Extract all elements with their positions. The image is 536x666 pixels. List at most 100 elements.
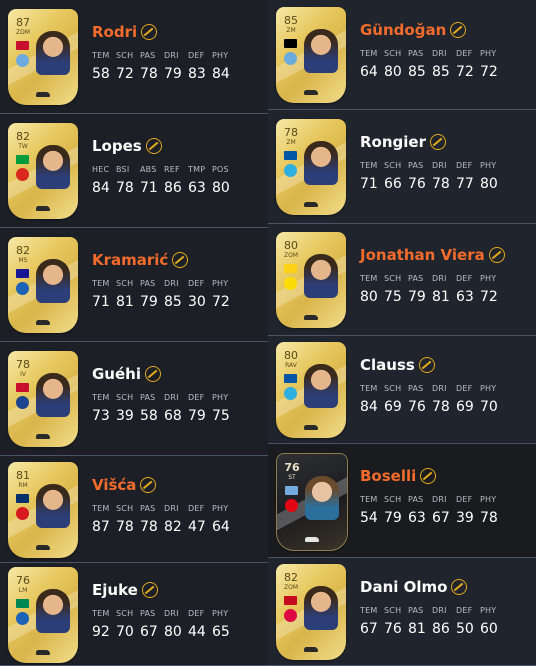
position-label: ZM <box>286 27 296 34</box>
stat-label: TEM <box>360 495 378 504</box>
player-name[interactable]: Rodri <box>92 23 137 41</box>
stat-label: SCH <box>384 274 402 283</box>
player-card[interactable]: 76 LM <box>8 567 78 663</box>
player-row[interactable]: 80 RAV Clauss TEM SCH PAS DRI DEF PHY 84 69 76 78 69 7… <box>268 336 536 444</box>
club-badge-icon <box>16 396 29 409</box>
stat-label: POS <box>212 165 229 174</box>
chemistry-icon <box>418 357 435 373</box>
stat-value: 30 <box>188 294 206 310</box>
player-row[interactable]: 76 LM Ejuke TEM SCH PAS DRI DEF PHY 92 70 67 80 44 65 <box>0 563 268 666</box>
player-card[interactable]: 80 ZOM <box>276 232 346 328</box>
boot-icon <box>304 202 318 207</box>
player-name-wrap: Rodri <box>92 21 158 43</box>
player-card[interactable]: 87 ZDM <box>8 9 78 105</box>
overall-rating: 85 <box>284 14 298 27</box>
stat-label: TEM <box>92 504 110 513</box>
stat-value: 78 <box>140 66 158 82</box>
player-name[interactable]: Kramarić <box>92 251 168 269</box>
player-row[interactable]: 87 ZDM Rodri TEM SCH PAS DRI DEF PHY 58 72 78 79 83 84 <box>0 0 268 114</box>
player-name-wrap: Ejuke <box>92 579 158 601</box>
player-portrait <box>304 586 338 630</box>
boot-icon <box>36 320 50 325</box>
player-row[interactable]: 82 MS Kramarić TEM SCH PAS DRI DEF PHY 71 81 79 85 30… <box>0 228 268 342</box>
player-name[interactable]: Clauss <box>360 356 415 374</box>
player-row[interactable]: 82 ZOM Dani Olmo TEM SCH PAS DRI DEF PHY 67 76 81 86… <box>268 558 536 666</box>
stat-value: 92 <box>92 624 110 640</box>
stat-label: SCH <box>384 495 402 504</box>
stat-label: REF <box>164 165 180 174</box>
stat-label: PHY <box>480 161 497 170</box>
stat-value: 80 <box>164 624 182 640</box>
player-name-wrap: Boselli <box>360 465 437 487</box>
position-label: RAV <box>285 362 297 369</box>
stat-label: DRI <box>432 161 447 170</box>
stats-grid: HEC BSI ABS REF TMP POS 84 78 71 86 63 80 <box>92 165 236 197</box>
player-name[interactable]: Gündoğan <box>360 21 446 39</box>
player-row[interactable]: 85 ZM Gündoğan TEM SCH PAS DRI DEF PHY 64 80 85 85 72… <box>268 0 536 110</box>
player-name-wrap: Kramarić <box>92 249 189 271</box>
stat-label: DEF <box>188 609 205 618</box>
stat-value: 67 <box>432 510 450 526</box>
stat-label: PAS <box>140 51 156 60</box>
player-row[interactable]: 80 ZOM Jonathan Viera TEM SCH PAS DRI DEF PHY 80 7… <box>268 224 536 336</box>
player-name[interactable]: Boselli <box>360 467 416 485</box>
stat-value: 67 <box>360 621 378 637</box>
stat-value: 78 <box>116 519 134 535</box>
club-badge-icon <box>16 282 29 295</box>
player-card[interactable]: 81 RM <box>8 462 78 558</box>
player-card[interactable]: 80 RAV <box>276 342 346 438</box>
player-card[interactable]: 76 ST <box>276 453 348 551</box>
stat-value: 84 <box>360 399 378 415</box>
stat-label: DEF <box>188 393 205 402</box>
player-card[interactable]: 78 ZM <box>276 119 346 215</box>
stat-value: 70 <box>480 399 498 415</box>
player-name[interactable]: Ejuke <box>92 581 138 599</box>
player-card[interactable]: 85 ZM <box>276 7 346 103</box>
chemistry-icon <box>140 477 157 493</box>
player-portrait <box>36 589 70 633</box>
nation-flag-icon <box>16 41 29 50</box>
stat-value: 84 <box>92 180 110 196</box>
club-badge-icon <box>284 277 297 290</box>
player-row[interactable]: 81 RM Višća TEM SCH PAS DRI DEF PHY 87 78 78 82 47 64 <box>0 456 268 563</box>
overall-rating: 80 <box>284 239 298 252</box>
boot-icon <box>304 647 318 652</box>
stat-label: TEM <box>360 274 378 283</box>
player-name[interactable]: Guéhi <box>92 365 141 383</box>
player-portrait <box>36 259 70 303</box>
position-label: TW <box>18 143 28 150</box>
player-row[interactable]: 76 ST Boselli TEM SCH PAS DRI DEF PHY 54 79 63 67 39 7… <box>268 444 536 558</box>
player-row[interactable]: 78 IV Guéhi TEM SCH PAS DRI DEF PHY 73 39 58 68 79 75 <box>0 342 268 456</box>
player-row[interactable]: 78 ZM Rongier TEM SCH PAS DRI DEF PHY 71 66 76 78 77 8… <box>268 110 536 224</box>
nation-flag-icon <box>284 264 297 273</box>
stat-value: 78 <box>432 176 450 192</box>
stat-label: DEF <box>188 51 205 60</box>
player-name[interactable]: Jonathan Viera <box>360 246 485 264</box>
stat-label: DRI <box>164 504 179 513</box>
stats-grid: TEM SCH PAS DRI DEF PHY 87 78 78 82 47 64 <box>92 504 236 536</box>
overall-rating: 76 <box>16 574 30 587</box>
player-name[interactable]: Rongier <box>360 133 426 151</box>
stat-label: SCH <box>384 49 402 58</box>
position-label: MS <box>18 257 28 264</box>
player-name[interactable]: Dani Olmo <box>360 578 447 596</box>
stat-value: 77 <box>456 176 474 192</box>
player-name[interactable]: Višća <box>92 476 136 494</box>
player-card[interactable]: 82 ZOM <box>276 564 346 660</box>
player-row[interactable]: 82 TW Lopes HEC BSI ABS REF TMP POS 84 78 71 86 63 80 <box>0 114 268 228</box>
stat-label: TEM <box>92 51 110 60</box>
player-card[interactable]: 82 MS <box>8 237 78 333</box>
nation-flag-icon <box>16 494 29 503</box>
stat-value: 66 <box>384 176 402 192</box>
boot-icon <box>304 425 318 430</box>
stat-value: 72 <box>480 64 498 80</box>
player-card[interactable]: 82 TW <box>8 123 78 219</box>
stat-value: 64 <box>212 519 230 535</box>
player-portrait <box>304 141 338 185</box>
position-label: LM <box>18 587 28 594</box>
player-card[interactable]: 78 IV <box>8 351 78 447</box>
stat-label: PHY <box>480 49 497 58</box>
chemistry-icon <box>451 579 468 595</box>
stat-label: BSI <box>116 165 130 174</box>
player-name[interactable]: Lopes <box>92 137 142 155</box>
